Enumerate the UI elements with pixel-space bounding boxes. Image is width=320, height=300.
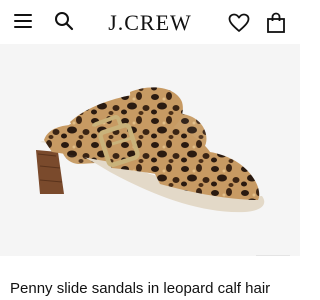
top-navigation-bar: J.CREW — [0, 0, 300, 44]
product-image[interactable] — [0, 44, 300, 256]
product-image-area — [0, 44, 300, 256]
heart-icon[interactable] — [228, 13, 250, 33]
expand-icon[interactable] — [256, 255, 290, 256]
search-icon[interactable] — [54, 11, 74, 31]
brand-logo[interactable]: J.CREW — [100, 10, 200, 36]
menu-icon[interactable] — [14, 13, 34, 29]
product-title: Penny slide sandals in leopard calf hair — [10, 280, 271, 297]
shopping-bag-icon[interactable] — [266, 12, 286, 34]
